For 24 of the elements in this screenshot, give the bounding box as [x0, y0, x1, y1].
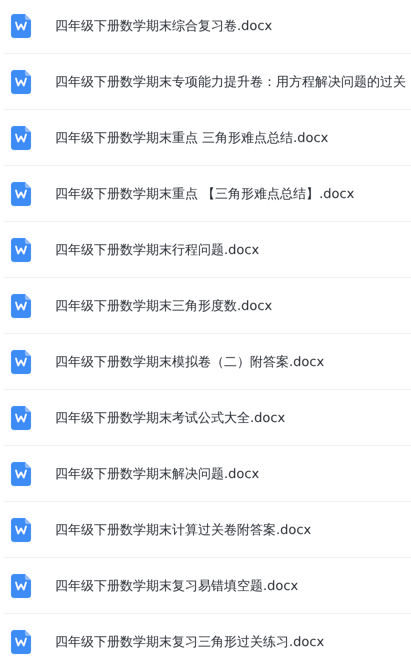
file-name[interactable]: 四年级下册数学期末解决问题.docx: [55, 464, 260, 482]
file-name[interactable]: 四年级下册数学期末计算过关卷附答案.docx: [55, 520, 312, 538]
word-document-icon: [11, 294, 31, 318]
word-document-icon: [11, 630, 31, 654]
file-name[interactable]: 四年级下册数学期末重点 【三角形难点总结】.docx: [55, 184, 354, 202]
file-name[interactable]: 四年级下册数学期末重点 三角形难点总结.docx: [55, 128, 328, 146]
word-document-icon: [11, 14, 31, 38]
file-name[interactable]: 四年级下册数学期末模拟卷（二）附答案.docx: [55, 352, 324, 370]
word-document-icon: [11, 574, 31, 598]
file-name[interactable]: 四年级下册数学期末综合复习卷.docx: [55, 16, 272, 34]
file-name[interactable]: 四年级下册数学期末考试公式大全.docx: [55, 408, 286, 426]
file-name[interactable]: 四年级下册数学期末行程问题.docx: [55, 240, 260, 258]
word-document-icon: [11, 462, 31, 486]
file-name[interactable]: 四年级下册数学期末专项能力提升卷：用方程解决问题的过关: [55, 72, 406, 90]
word-document-icon: [11, 350, 31, 374]
file-name[interactable]: 四年级下册数学期末复习易错填空题.docx: [55, 576, 298, 594]
file-name[interactable]: 四年级下册数学期末三角形度数.docx: [55, 296, 272, 314]
word-document-icon: [11, 70, 31, 94]
word-document-icon: [11, 406, 31, 430]
file-name[interactable]: 四年级下册数学期末复习三角形过关练习.docx: [55, 632, 324, 650]
word-document-icon: [11, 238, 31, 262]
word-document-icon: [11, 518, 31, 542]
word-document-icon: [11, 126, 31, 150]
word-document-icon: [11, 182, 31, 206]
